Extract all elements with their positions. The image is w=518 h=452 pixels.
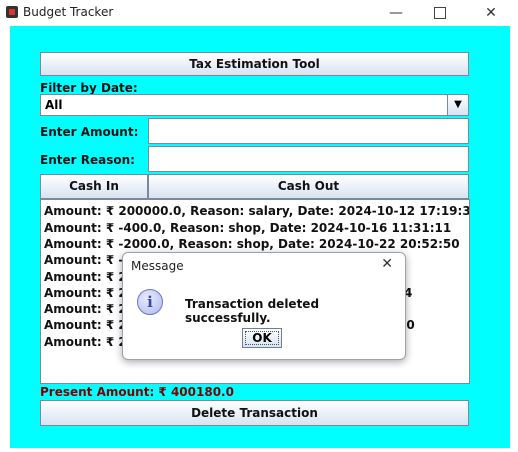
delete-transaction-button[interactable]: Delete Transaction [40,400,469,426]
filter-label: Filter by Date: [40,81,138,95]
ok-button[interactable]: OK [242,328,282,348]
dialog-message: Transaction deleted successfully. [185,297,320,325]
cash-out-button[interactable]: Cash Out [148,174,469,199]
reason-input[interactable] [148,146,469,172]
list-item[interactable]: Amount: ₹ -2 [44,253,132,267]
maximize-button[interactable] [425,3,455,23]
amount-label: Enter Amount: [40,125,139,139]
title-bar: Budget Tracker — ✕ [0,0,518,26]
list-item[interactable]: Amount: ₹ 200000.0, Reason: salary, Date… [44,204,469,218]
list-item[interactable]: Amount: ₹ -400.0, Reason: shop, Date: 20… [44,221,451,235]
date-filter-value: All [45,98,63,112]
amount-input[interactable] [148,118,469,144]
close-button[interactable]: ✕ [476,3,506,23]
reason-label: Enter Reason: [40,153,135,167]
date-filter-select[interactable]: All ▼ [40,94,469,116]
dialog-title: Message [131,259,184,273]
present-amount: Present Amount: ₹ 400180.0 [40,385,234,399]
maximize-icon [434,7,446,19]
main-panel: Tax Estimation Tool Filter by Date: All … [10,26,510,448]
window-title: Budget Tracker [23,5,114,19]
cash-in-button[interactable]: Cash In [40,174,148,199]
minimize-button[interactable]: — [381,3,411,23]
message-dialog: Message ✕ i Transaction deleted successf… [122,252,406,360]
info-icon: i [137,289,163,315]
app-icon [6,6,18,18]
close-icon[interactable]: ✕ [381,256,393,272]
chevron-down-icon[interactable]: ▼ [447,95,468,115]
list-item[interactable]: Amount: ₹ -2000.0, Reason: shop, Date: 2… [44,237,460,251]
tax-estimation-button[interactable]: Tax Estimation Tool [40,52,469,76]
